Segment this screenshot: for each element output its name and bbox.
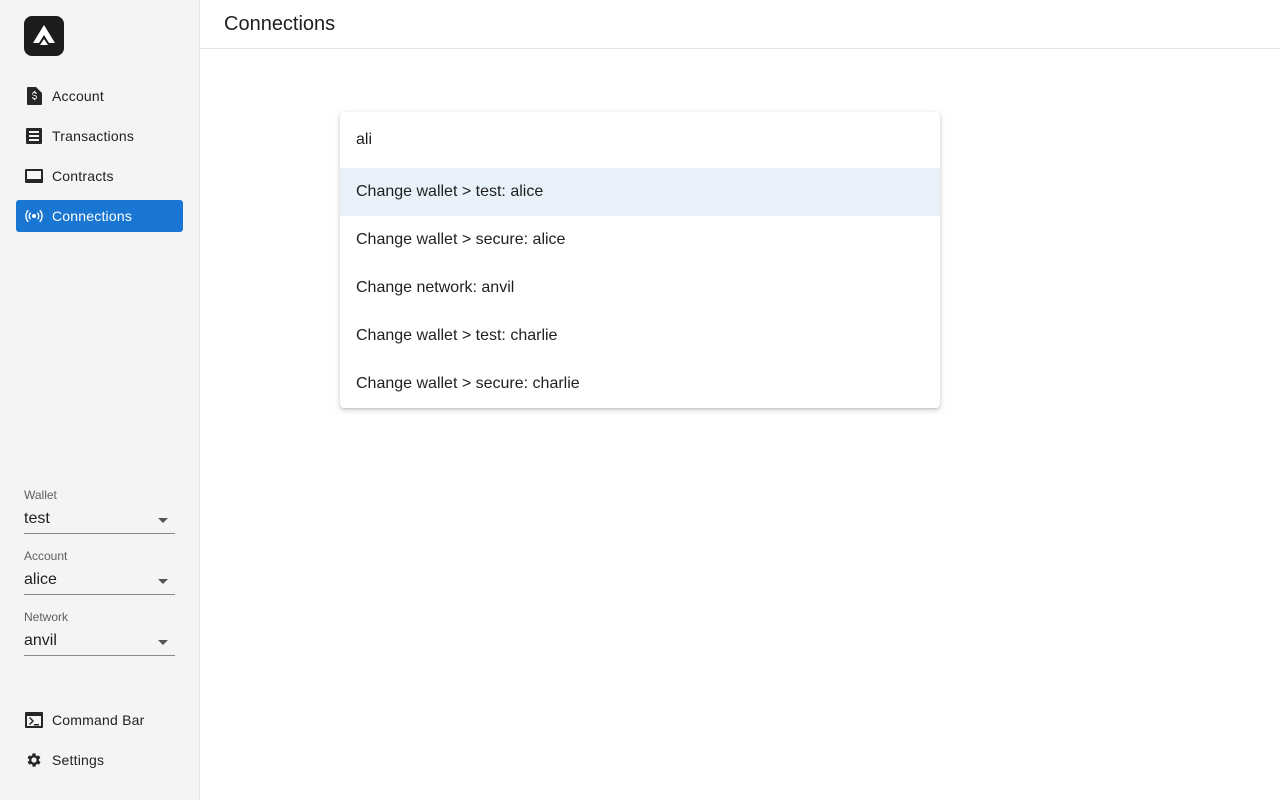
context-selects: Wallet test Account alice Network anvil: [24, 488, 175, 671]
network-select-label: Network: [24, 610, 175, 624]
page-title: Connections: [224, 13, 335, 36]
account-doc-icon: [24, 86, 44, 106]
sidebar-item-label: Settings: [52, 752, 104, 768]
sidebar-item-label: Transactions: [52, 128, 134, 144]
wallet-select-label: Wallet: [24, 488, 175, 502]
caret-down-icon: [158, 518, 168, 523]
wallet-select-value: test: [24, 510, 175, 528]
command-search: [340, 112, 940, 168]
sidebar-item-settings[interactable]: Settings: [16, 744, 183, 776]
account-select-value: alice: [24, 571, 175, 589]
gear-icon: [24, 750, 44, 770]
main-content: Connections Change wallet > test: alice …: [200, 0, 1280, 800]
sidebar-item-label: Command Bar: [52, 712, 144, 728]
sidebar-item-label: Contracts: [52, 168, 114, 184]
account-select[interactable]: Account alice: [24, 549, 175, 595]
terminal-icon: [24, 710, 44, 730]
caret-down-icon: [158, 640, 168, 645]
sidebar-item-label: Connections: [52, 208, 132, 224]
list-icon: [24, 126, 44, 146]
sidebar-item-label: Account: [52, 88, 104, 104]
command-result[interactable]: Change wallet > test: alice: [340, 168, 940, 216]
command-result[interactable]: Change wallet > test: charlie: [340, 312, 940, 360]
network-select-value: anvil: [24, 632, 175, 650]
command-result[interactable]: Change network: anvil: [340, 264, 940, 312]
caret-down-icon: [158, 579, 168, 584]
app-window: Account Transactions Contracts Connectio…: [0, 0, 1280, 800]
command-search-input[interactable]: [356, 131, 916, 149]
page-header: Connections: [200, 0, 1280, 49]
sidebar-bottom-nav: Command Bar Settings: [16, 704, 183, 784]
account-select-label: Account: [24, 549, 175, 563]
sidebar-item-command-bar[interactable]: Command Bar: [16, 704, 183, 736]
wallet-select[interactable]: Wallet test: [24, 488, 175, 534]
command-result[interactable]: Change wallet > secure: alice: [340, 216, 940, 264]
broadcast-icon: [24, 206, 44, 226]
network-select[interactable]: Network anvil: [24, 610, 175, 656]
sidebar-nav: Account Transactions Contracts Connectio…: [16, 80, 183, 240]
command-palette: Change wallet > test: alice Change walle…: [340, 112, 940, 408]
sidebar-item-account[interactable]: Account: [16, 80, 183, 112]
sidebar-item-transactions[interactable]: Transactions: [16, 120, 183, 152]
app-logo[interactable]: [24, 16, 64, 56]
sidebar: Account Transactions Contracts Connectio…: [0, 0, 200, 800]
card-icon: [24, 166, 44, 186]
sidebar-item-connections[interactable]: Connections: [16, 200, 183, 232]
logo-icon: [31, 23, 57, 49]
sidebar-item-contracts[interactable]: Contracts: [16, 160, 183, 192]
command-result[interactable]: Change wallet > secure: charlie: [340, 360, 940, 408]
